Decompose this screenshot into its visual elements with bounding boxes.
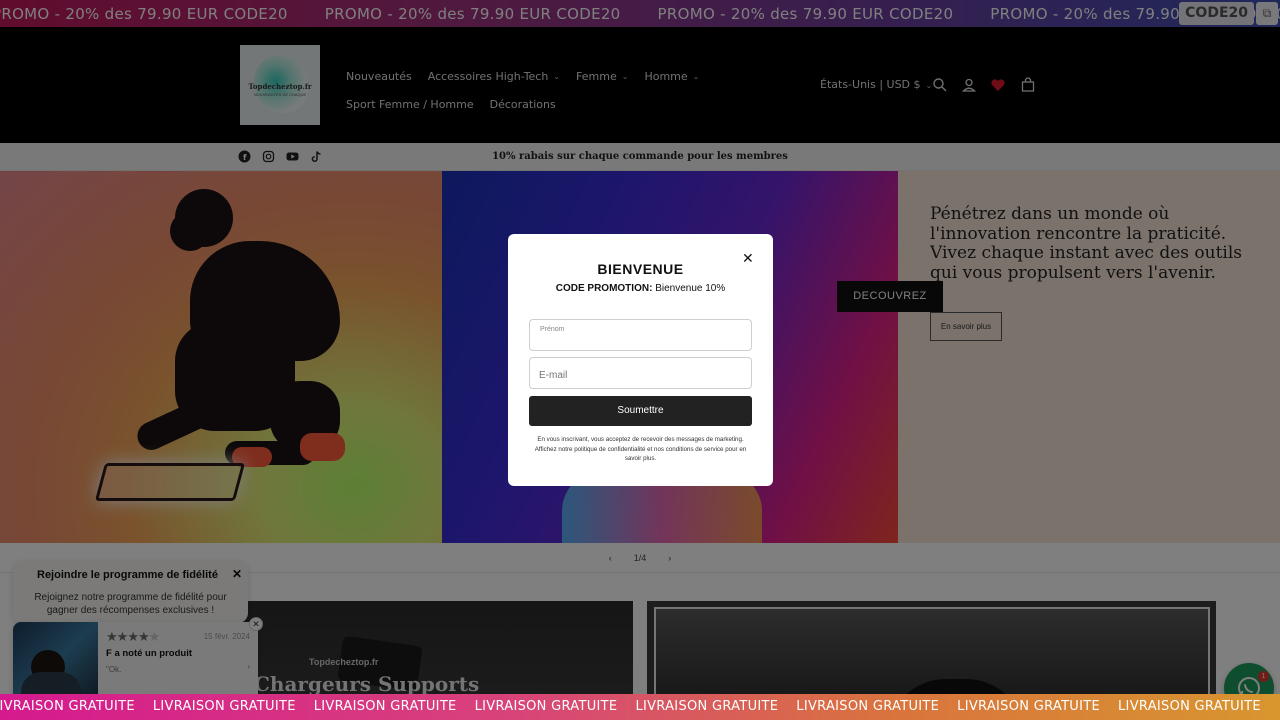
- shipping-text: LIVRAISON GRATUITE: [474, 699, 618, 714]
- shipping-text: LIVRAISON GRATUITE: [313, 699, 457, 714]
- shipping-marquee: LIVRAISON GRATUITE LIVRAISON GRATUITE LIVR…: [0, 694, 1280, 720]
- shipping-text: LIVRAISON GRATUITE: [957, 699, 1101, 714]
- promo-code-label: CODE PROMOTION:: [555, 283, 653, 294]
- shipping-text: LIVRAISON GRATUITE: [635, 699, 779, 714]
- promo-code-value: Bienvenue 10%: [655, 283, 726, 294]
- first-name-label: Prénom: [540, 326, 565, 333]
- modal-title: BIENVENUE: [597, 261, 684, 277]
- email-input[interactable]: [539, 368, 744, 382]
- welcome-modal: ✕ BIENVENUE CODE PROMOTION: Bienvenue 10…: [508, 234, 773, 486]
- first-name-input[interactable]: [539, 335, 744, 349]
- promo-code-line: CODE PROMOTION: Bienvenue 10%: [508, 283, 773, 294]
- shipping-text: LIVRAISON GRATUITE: [1118, 699, 1261, 714]
- first-name-field[interactable]: Prénom: [529, 319, 752, 351]
- submit-button[interactable]: Soumettre: [529, 396, 752, 426]
- shipping-text: LIVRAISON GRATUITE: [152, 699, 296, 714]
- shipping-text: LIVRAISON GRATUITE: [0, 699, 135, 714]
- email-field[interactable]: [529, 357, 752, 389]
- shipping-text: LIVRAISON GRATUITE: [796, 699, 940, 714]
- terms-text: En vous inscrivant, vous acceptez de rec…: [534, 436, 747, 462]
